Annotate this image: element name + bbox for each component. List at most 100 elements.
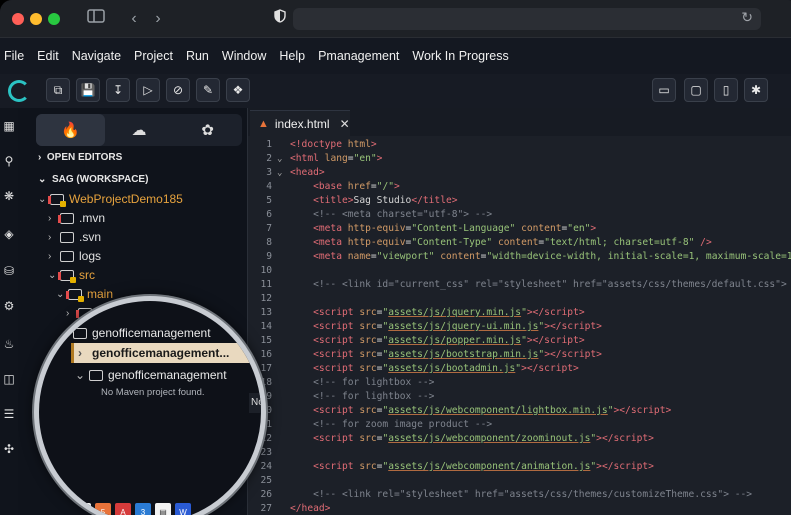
tree-item-mvn[interactable]: › .mvn bbox=[48, 209, 105, 227]
cloud-tab-icon[interactable]: ☁ bbox=[105, 114, 174, 146]
magnified-tree-item[interactable]: ⌄ genofficemanagement bbox=[75, 365, 227, 385]
menu-help[interactable]: Help bbox=[279, 49, 305, 63]
close-tab-icon[interactable]: ✕ bbox=[340, 117, 350, 131]
tree-item-label: .svn bbox=[79, 230, 102, 244]
app-logo-icon bbox=[8, 80, 30, 102]
css3-icon[interactable]: 3 bbox=[135, 503, 151, 515]
workspace-header[interactable]: ⌄ SAG (WORKSPACE) bbox=[38, 174, 148, 185]
tree-item-label: .mvn bbox=[79, 211, 106, 225]
laptop-icon[interactable]: ▭ bbox=[652, 78, 676, 102]
tree-item-label: src bbox=[79, 268, 95, 282]
copy-icon[interactable]: ⧉ bbox=[46, 78, 70, 102]
sidebar-toggle-icon[interactable] bbox=[86, 9, 106, 29]
fold-icon[interactable]: ⌄ bbox=[277, 166, 282, 180]
stop-icon[interactable]: ⊘ bbox=[166, 78, 190, 102]
magnified-tree-item[interactable]: › genofficemanagement bbox=[59, 323, 211, 343]
folder-icon bbox=[58, 269, 76, 283]
magnified-item-label: genofficemanagement bbox=[108, 368, 227, 382]
network-icon[interactable]: ✣ bbox=[1, 441, 17, 457]
tree-item-label: WebProjectDemo185 bbox=[69, 192, 183, 206]
mobile-icon[interactable]: ▯ bbox=[714, 78, 738, 102]
folder-icon bbox=[58, 212, 74, 224]
code-editor: ▲ index.html ✕ 1 <!doctype html> 2 ⌄ <html … bbox=[248, 108, 791, 515]
menu-work-in-progress[interactable]: Work In Progress bbox=[412, 49, 508, 63]
editor-tab-bar: ▲ index.html ✕ bbox=[248, 108, 791, 136]
toolbar: ⧉ 💾 ↧ ▷ ⊘ ✎ ❖ ▭ ▢ ▯ ✱ bbox=[0, 74, 791, 108]
workspace-label: SAG (WORKSPACE) bbox=[51, 174, 149, 185]
bug-icon[interactable]: ❋ bbox=[1, 188, 17, 204]
database-icon[interactable]: ⛁ bbox=[1, 263, 17, 279]
tree-item-svn[interactable]: › .svn bbox=[48, 228, 101, 246]
cubes-icon[interactable]: ❖ bbox=[226, 78, 250, 102]
title-bar: ‹ › ↻ bbox=[0, 0, 791, 38]
chevron-right-icon: › bbox=[38, 152, 47, 163]
grid-icon[interactable]: ▦ bbox=[1, 118, 17, 134]
word-file-icon[interactable]: W bbox=[175, 503, 191, 515]
reload-icon[interactable]: ↻ bbox=[741, 9, 753, 26]
magnified-item-label: genofficemanagement... bbox=[92, 346, 230, 360]
fold-icon[interactable]: ⌄ bbox=[277, 152, 282, 166]
line-number: 10 bbox=[260, 265, 272, 276]
list-icon[interactable]: ☰ bbox=[1, 406, 17, 422]
plugin-icon[interactable]: ⚙ bbox=[1, 298, 17, 314]
folder-icon bbox=[66, 288, 84, 302]
java-file-icon[interactable]: ♨ bbox=[75, 503, 91, 515]
line-number: 26 bbox=[260, 489, 272, 500]
folder-icon bbox=[48, 193, 66, 207]
line-number: 3 bbox=[266, 167, 272, 178]
chevron-down-icon: ⌄ bbox=[75, 368, 86, 382]
address-bar[interactable]: ↻ bbox=[293, 8, 761, 30]
line-number: 14 bbox=[260, 321, 272, 332]
run-icon[interactable]: ▷ bbox=[136, 78, 160, 102]
privacy-shield-icon[interactable] bbox=[270, 9, 290, 29]
minimize-window-button[interactable] bbox=[30, 13, 42, 25]
line-number: 4 bbox=[266, 181, 272, 192]
chevron-down-icon: ⌄ bbox=[38, 174, 52, 185]
accessibility-icon[interactable]: ✱ bbox=[744, 78, 768, 102]
magnified-item-label: genofficemanagement bbox=[92, 326, 211, 340]
tab-index-html[interactable]: ▲ index.html ✕ bbox=[250, 110, 350, 136]
folder-icon bbox=[60, 231, 74, 243]
back-icon[interactable]: ‹ bbox=[124, 9, 144, 29]
brain-tab-icon[interactable]: ✿ bbox=[173, 114, 242, 146]
document-icon[interactable]: ▤ bbox=[155, 503, 171, 515]
tree-item-project[interactable]: ⌄ WebProjectDemo185 bbox=[38, 190, 183, 208]
tree-item-src[interactable]: ⌄ src bbox=[48, 266, 95, 284]
magnified-selected-item[interactable]: › genofficemanagement... bbox=[71, 343, 261, 363]
file-icon[interactable]: ◫ bbox=[1, 371, 17, 387]
forward-icon[interactable]: › bbox=[148, 9, 168, 29]
save-icon[interactable]: 💾 bbox=[76, 78, 100, 102]
angular-icon[interactable]: A bbox=[115, 503, 131, 515]
tree-item-label: main bbox=[87, 287, 114, 301]
line-number: 8 bbox=[266, 237, 272, 248]
menu-pmanagement[interactable]: Pmanagement bbox=[318, 49, 399, 63]
magnified-bottom-toolbar: ♨ 5 A 3 ▤ W bbox=[75, 503, 191, 515]
close-window-button[interactable] bbox=[12, 13, 24, 25]
html5-icon[interactable]: 5 bbox=[95, 503, 111, 515]
menu-project[interactable]: Project bbox=[134, 49, 173, 63]
search-icon[interactable]: ⚲ bbox=[1, 153, 17, 169]
menu-edit[interactable]: Edit bbox=[37, 49, 59, 63]
maximize-window-button[interactable] bbox=[48, 13, 60, 25]
menu-window[interactable]: Window bbox=[222, 49, 266, 63]
line-number: 5 bbox=[266, 195, 272, 206]
line-number: 12 bbox=[260, 293, 272, 304]
tree-item-logs[interactable]: › logs bbox=[48, 247, 101, 265]
menu-file[interactable]: File bbox=[4, 49, 24, 63]
line-number: 1 bbox=[266, 139, 272, 150]
download-icon[interactable]: ↧ bbox=[106, 78, 130, 102]
open-editors-header[interactable]: › OPEN EDITORS bbox=[38, 152, 122, 163]
edit-icon[interactable]: ✎ bbox=[196, 78, 220, 102]
menu-run[interactable]: Run bbox=[186, 49, 209, 63]
flame-tab-icon[interactable]: 🔥 bbox=[36, 114, 105, 146]
magnifier-overlay: › genofficemanagement › genofficemanagem… bbox=[34, 296, 266, 515]
palette-icon[interactable]: ◈ bbox=[1, 226, 17, 242]
tablet-icon[interactable]: ▢ bbox=[684, 78, 708, 102]
chevron-right-icon: › bbox=[78, 346, 82, 360]
menu-navigate[interactable]: Navigate bbox=[72, 49, 121, 63]
line-number: 11 bbox=[260, 279, 272, 290]
open-editors-label: OPEN EDITORS bbox=[46, 152, 123, 163]
java-icon[interactable]: ♨ bbox=[1, 336, 17, 352]
tree-item-main[interactable]: ⌄ main bbox=[56, 285, 113, 303]
html5-icon: ▲ bbox=[258, 117, 269, 130]
